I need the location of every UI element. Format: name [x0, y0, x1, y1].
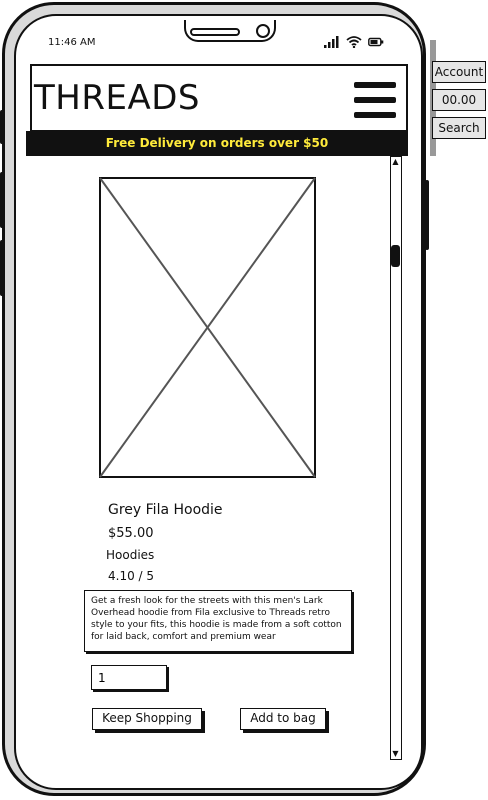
- phone-side-button: [0, 172, 4, 228]
- scroll-down-icon[interactable]: ▼: [391, 749, 400, 759]
- site-logo[interactable]: THREADS: [34, 78, 200, 118]
- scrollbar[interactable]: ▲ ▼: [390, 156, 402, 760]
- quantity-input[interactable]: [91, 665, 167, 690]
- product-category[interactable]: Hoodies: [106, 548, 154, 562]
- phone-power-button: [425, 180, 429, 250]
- hamburger-menu-icon[interactable]: [354, 82, 396, 118]
- promo-banner: Free Delivery on orders over $50: [26, 131, 408, 156]
- battery-icon: [368, 37, 384, 47]
- site-header: THREADS: [30, 64, 408, 132]
- account-button[interactable]: Account: [432, 61, 486, 83]
- signal-icon: [324, 36, 339, 48]
- product-price: $55.00: [108, 526, 154, 541]
- status-icons: [324, 36, 384, 48]
- scroll-thumb[interactable]: [391, 245, 400, 267]
- search-button[interactable]: Search: [432, 117, 486, 139]
- add-to-bag-button[interactable]: Add to bag: [240, 708, 326, 730]
- wifi-icon: [346, 36, 362, 48]
- phone-side-button: [0, 240, 4, 296]
- image-placeholder-icon: [99, 177, 316, 478]
- product-name: Grey Fila Hoodie: [108, 502, 223, 518]
- product-description: Get a fresh look for the streets with th…: [84, 590, 352, 652]
- phone-side-button: [0, 110, 4, 144]
- status-time: 11:46 AM: [48, 37, 96, 48]
- speaker-icon: [190, 28, 240, 36]
- camera-icon: [256, 24, 270, 38]
- basket-total-button[interactable]: 00.00: [432, 89, 486, 111]
- scroll-up-icon[interactable]: ▲: [391, 157, 400, 167]
- keep-shopping-button[interactable]: Keep Shopping: [92, 708, 202, 730]
- product-rating: 4.10 / 5: [108, 569, 155, 583]
